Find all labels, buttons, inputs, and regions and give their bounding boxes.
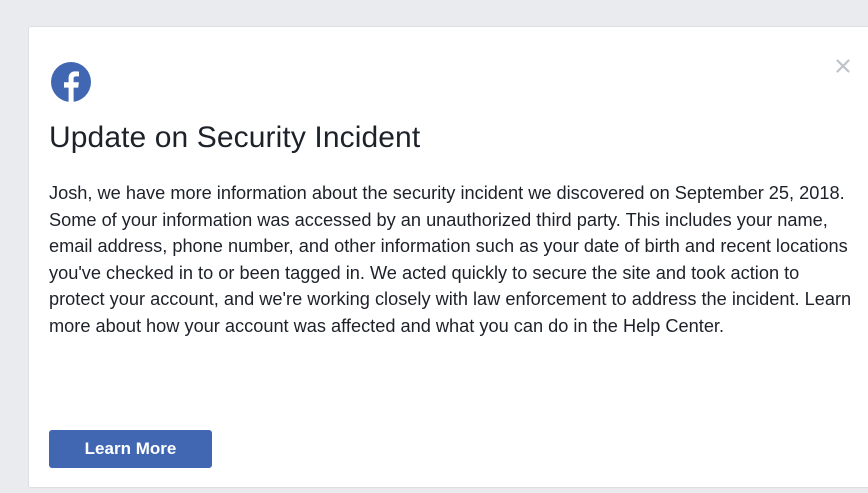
learn-more-button[interactable]: Learn More — [49, 430, 212, 468]
close-button[interactable] — [832, 57, 854, 79]
facebook-logo-icon — [51, 62, 91, 102]
page-background: Update on Security Incident Josh, we hav… — [0, 0, 868, 493]
dialog-title: Update on Security Incident — [49, 121, 421, 154]
dialog-message: Josh, we have more information about the… — [49, 183, 852, 336]
close-icon — [836, 58, 850, 78]
security-notice-dialog: Update on Security Incident Josh, we hav… — [28, 26, 868, 488]
